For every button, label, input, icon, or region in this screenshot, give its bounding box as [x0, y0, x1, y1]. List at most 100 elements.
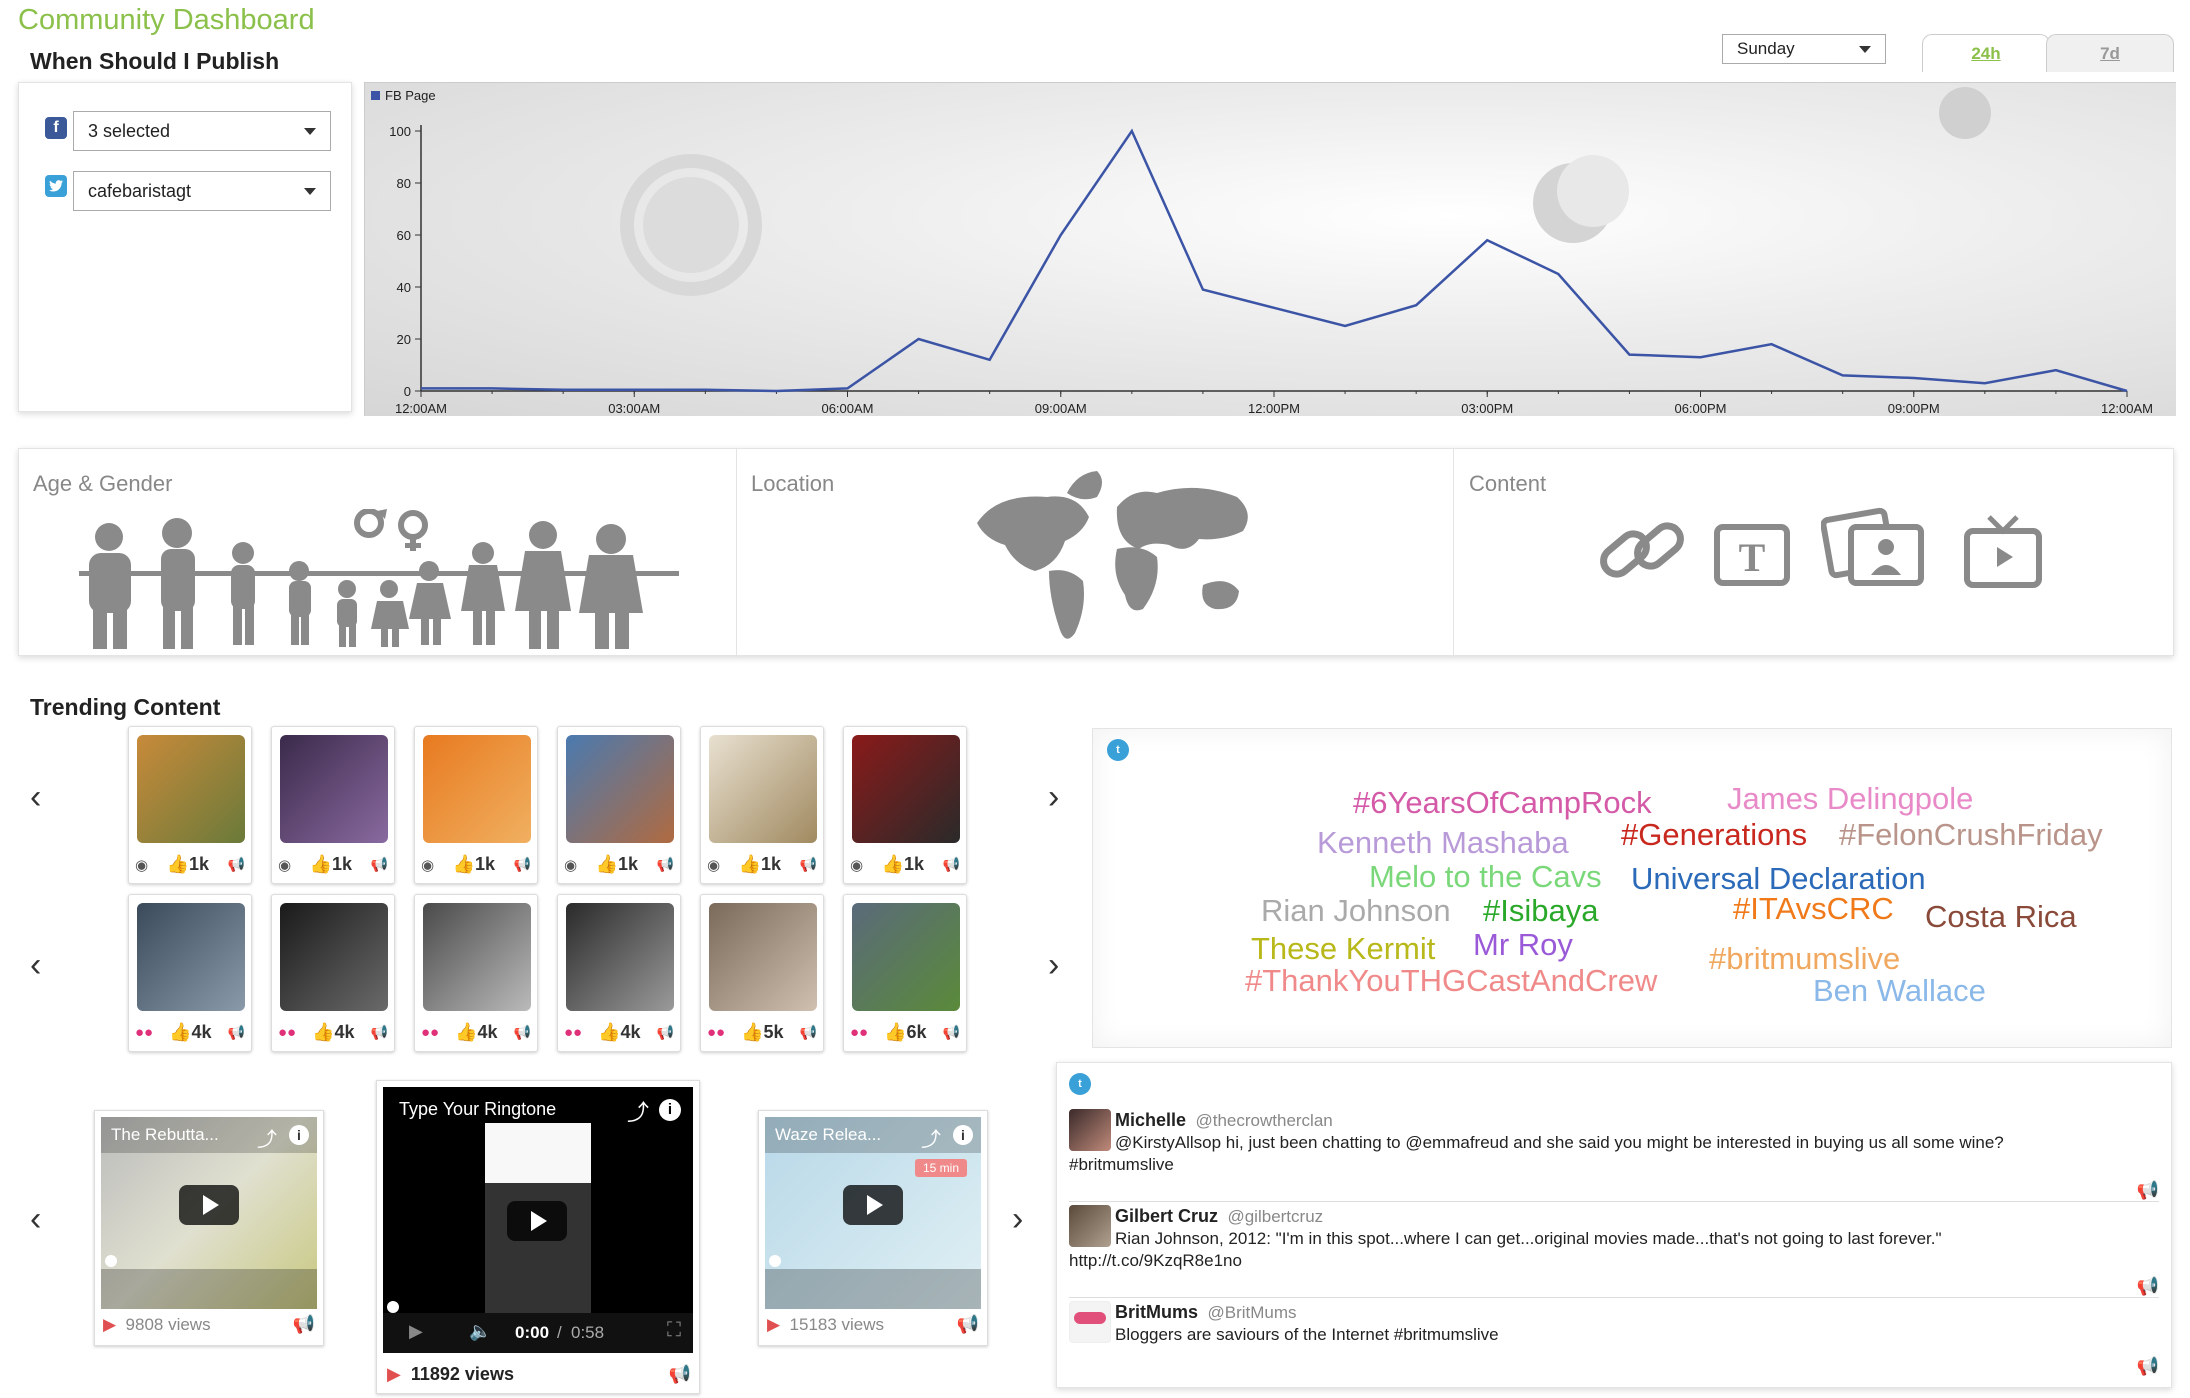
video-content-icon[interactable]	[1961, 511, 2051, 596]
megaphone-icon[interactable]: 📢	[2137, 1275, 2159, 1297]
megaphone-icon[interactable]: 📢	[514, 856, 531, 873]
info-icon[interactable]: i	[953, 1125, 973, 1145]
megaphone-icon[interactable]: 📢	[957, 1314, 979, 1335]
trending-image[interactable]	[423, 903, 531, 1011]
info-icon[interactable]: i	[289, 1125, 309, 1145]
trending-item[interactable]: ◉ 👍1k 📢	[557, 726, 681, 884]
share-icon[interactable]: ⤴	[627, 1095, 649, 1127]
trend-word[interactable]: #FelonCrushFriday	[1839, 817, 2103, 853]
trending-image[interactable]	[852, 903, 960, 1011]
trend-word[interactable]: #britmumslive	[1709, 941, 1900, 977]
prev-video-arrow-icon[interactable]: ‹	[30, 1200, 41, 1239]
megaphone-icon[interactable]: 📢	[657, 856, 674, 873]
video-card-featured[interactable]: Type Your Ringtone ⤴ i ▶ 🔈 0:00 / 0:58 ⛶…	[376, 1080, 700, 1394]
share-icon[interactable]: ⤴	[921, 1123, 941, 1152]
trending-item[interactable]: ◉ 👍1k 📢	[128, 726, 252, 884]
tweet-item[interactable]: BritMums @BritMums Bloggers are saviours…	[1069, 1301, 2159, 1387]
megaphone-icon[interactable]: 📢	[228, 1024, 245, 1041]
megaphone-icon[interactable]: 📢	[293, 1314, 315, 1335]
megaphone-icon[interactable]: 📢	[657, 1024, 674, 1041]
source-select-panel: f 3 selected cafebaristagt	[18, 82, 352, 412]
video-player[interactable]: Type Your Ringtone ⤴ i ▶ 🔈 0:00 / 0:58 ⛶	[383, 1087, 693, 1353]
trending-item[interactable]: ●● 👍4k 📢	[271, 894, 395, 1052]
megaphone-icon[interactable]: 📢	[943, 856, 960, 873]
trend-word[interactable]: Mr Roy	[1473, 927, 1573, 963]
divider	[1069, 1297, 2159, 1298]
world-map-icon[interactable]	[967, 453, 1267, 653]
play-button[interactable]	[843, 1185, 903, 1225]
trending-item[interactable]: ●● 👍4k 📢	[414, 894, 538, 1052]
megaphone-icon[interactable]: 📢	[371, 856, 388, 873]
trend-word[interactable]: These Kermit	[1251, 931, 1435, 967]
trend-word[interactable]: Melo to the Cavs	[1369, 859, 1602, 895]
tweet-item[interactable]: Michelle @thecrowtherclan @KirstyAllsop …	[1069, 1109, 2159, 1201]
day-select[interactable]: Sunday	[1722, 34, 1886, 64]
link-content-icon[interactable]	[1593, 511, 1693, 596]
tab-24h[interactable]: 24h	[1922, 34, 2050, 72]
trend-word[interactable]: #Isibaya	[1483, 893, 1598, 929]
play-icon[interactable]: ▶	[409, 1321, 423, 1342]
trending-image[interactable]	[709, 903, 817, 1011]
trend-word[interactable]: #6YearsOfCampRock	[1353, 785, 1652, 821]
play-button[interactable]	[507, 1201, 567, 1241]
trending-item[interactable]: ●● 👍6k 📢	[843, 894, 967, 1052]
prev-row1-arrow-icon[interactable]: ‹	[30, 778, 41, 817]
trend-word[interactable]: Costa Rica	[1925, 899, 2077, 935]
next-row1-arrow-icon[interactable]: ›	[1048, 778, 1059, 817]
trending-item[interactable]: ◉ 👍1k 📢	[414, 726, 538, 884]
video-card[interactable]: The Rebutta... ⤴ i ▶ 9808 views 📢	[94, 1110, 324, 1346]
trend-word[interactable]: Kenneth Mashaba	[1317, 825, 1569, 861]
megaphone-icon[interactable]: 📢	[514, 1024, 531, 1041]
play-button[interactable]	[179, 1185, 239, 1225]
photo-content-icon[interactable]	[1820, 505, 1931, 594]
megaphone-icon[interactable]: 📢	[2137, 1179, 2159, 1201]
megaphone-icon[interactable]: 📢	[228, 856, 245, 873]
scrub-handle[interactable]	[769, 1255, 781, 1267]
next-video-arrow-icon[interactable]: ›	[1012, 1200, 1023, 1239]
scrub-handle[interactable]	[105, 1255, 117, 1267]
age-gender-icon[interactable]	[59, 509, 719, 649]
megaphone-icon[interactable]: 📢	[800, 1024, 817, 1041]
trending-image[interactable]	[280, 903, 388, 1011]
trending-image[interactable]	[566, 903, 674, 1011]
video-player[interactable]: Waze Relea... ⤴ i 15 min	[765, 1117, 981, 1309]
megaphone-icon[interactable]: 📢	[943, 1024, 960, 1041]
trend-word[interactable]: #Generations	[1621, 817, 1807, 853]
trending-image[interactable]	[137, 903, 245, 1011]
video-card[interactable]: Waze Relea... ⤴ i 15 min ▶ 15183 views 📢	[758, 1110, 988, 1346]
trending-image[interactable]	[566, 735, 674, 843]
trending-item[interactable]: ◉ 👍1k 📢	[843, 726, 967, 884]
trending-image[interactable]	[709, 735, 817, 843]
megaphone-icon[interactable]: 📢	[2137, 1355, 2159, 1377]
trend-word[interactable]: Ben Wallace	[1813, 973, 1986, 1009]
trending-image[interactable]	[852, 735, 960, 843]
tab-7d[interactable]: 7d	[2046, 34, 2174, 72]
trending-image[interactable]	[280, 735, 388, 843]
trending-item[interactable]: ◉ 👍1k 📢	[271, 726, 395, 884]
megaphone-icon[interactable]: 📢	[669, 1364, 691, 1385]
volume-icon[interactable]: 🔈	[469, 1321, 491, 1342]
megaphone-icon[interactable]: 📢	[371, 1024, 388, 1041]
trending-item[interactable]: ●● 👍4k 📢	[128, 894, 252, 1052]
trending-image[interactable]	[423, 735, 531, 843]
trending-item[interactable]: ◉ 👍1k 📢	[700, 726, 824, 884]
fullscreen-icon[interactable]: ⛶	[667, 1319, 681, 1342]
trending-item[interactable]: ●● 👍4k 📢	[557, 894, 681, 1052]
next-row2-arrow-icon[interactable]: ›	[1048, 946, 1059, 985]
text-content-icon[interactable]: T	[1713, 521, 1793, 596]
trend-word[interactable]: Rian Johnson	[1261, 893, 1451, 929]
prev-row2-arrow-icon[interactable]: ‹	[30, 946, 41, 985]
twitter-select[interactable]: cafebaristagt	[73, 171, 331, 211]
tweet-item[interactable]: Gilbert Cruz @gilbertcruz Rian Johnson, …	[1069, 1205, 2159, 1297]
video-player[interactable]: The Rebutta... ⤴ i	[101, 1117, 317, 1309]
trending-image[interactable]	[137, 735, 245, 843]
share-icon[interactable]: ⤴	[257, 1123, 277, 1152]
trending-item[interactable]: ●● 👍5k 📢	[700, 894, 824, 1052]
trend-word[interactable]: #ThankYouTHGCastAndCrew	[1245, 963, 1657, 999]
trend-word[interactable]: #ITAvsCRC	[1733, 891, 1894, 927]
scrub-handle[interactable]	[387, 1301, 399, 1313]
megaphone-icon[interactable]: 📢	[800, 856, 817, 873]
facebook-select[interactable]: 3 selected	[73, 111, 331, 151]
info-icon[interactable]: i	[659, 1099, 681, 1121]
trend-word[interactable]: James Delingpole	[1727, 781, 1973, 817]
